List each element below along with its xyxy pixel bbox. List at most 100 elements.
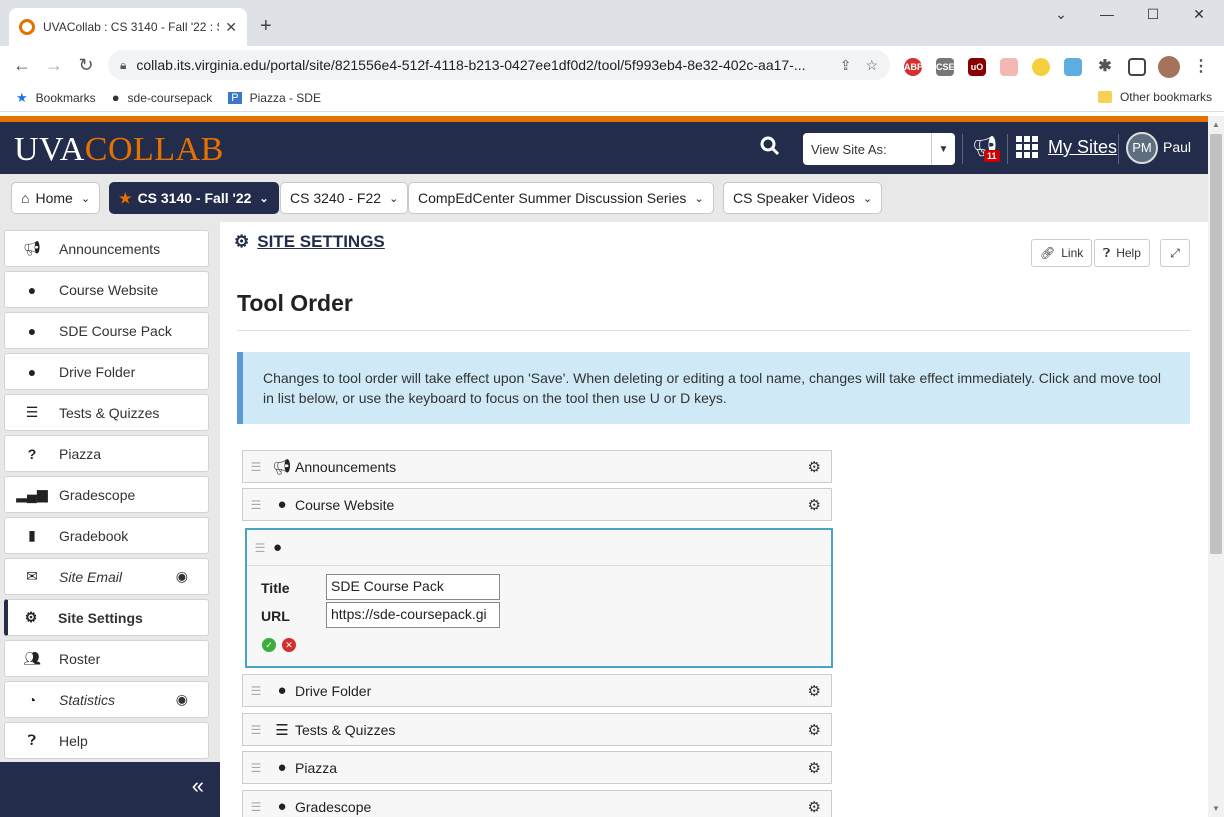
sidebar-item-roster[interactable]: 👥︎ Roster [4,640,209,677]
sidebar-item-sde-course-pack[interactable]: ● SDE Course Pack [4,312,209,349]
bookmark-item[interactable]: ● sde-coursepack [112,90,213,105]
site-tab-label: Home [35,190,73,206]
chevron-down-icon[interactable]: ⌄ [1046,6,1076,23]
extension-plus-icon[interactable] [1064,58,1082,76]
tool-order-item-announcements[interactable]: ☰ 📢︎ Announcements ⚙ [242,450,832,483]
eye-slash-icon: ◉ [175,568,188,584]
bookmark-item[interactable]: ★ Bookmarks [16,90,96,106]
notifications-megaphone-icon[interactable]: 📢︎ 11 [972,134,1000,162]
sidebar-item-drive-folder[interactable]: ● Drive Folder [4,353,209,390]
drag-handle-icon[interactable]: ☰ [243,460,269,474]
scroll-down-icon[interactable]: ▼ [1212,804,1220,813]
tab-title: UVACollab : CS 3140 - Fall '22 : Site Se… [43,20,219,34]
site-tabs: ⌂ Home ⌄ ★ CS 3140 - Fall '22 ⌄ CS 3240 - F2… [0,174,1208,222]
my-sites-link[interactable]: My Sites [1048,137,1117,158]
gear-icon[interactable]: ⚙ [808,496,821,514]
grid-icon[interactable] [1016,136,1038,158]
uvacollab-logo[interactable]: UVACOLLAB [14,132,224,168]
cse-extension-icon[interactable]: CSE [936,58,955,76]
site-tab-cs3240[interactable]: CS 3240 - F22 ⌄ [280,182,409,214]
url-field[interactable]: https://sde-coursepack.gi [326,602,500,628]
gear-icon[interactable]: ⚙ [808,798,821,816]
avatar[interactable]: PM [1126,132,1158,164]
page-title[interactable]: ⚙ SITE SETTINGS [234,232,385,252]
user-name[interactable]: Paul [1163,139,1191,155]
title-field[interactable]: SDE Course Pack [326,574,500,600]
tool-order-label: Drive Folder [295,682,372,699]
extension-icon[interactable] [1000,58,1018,76]
tool-order-item-gradescope[interactable]: ☰ ● Gradescope ⚙ [242,790,832,817]
sidebar-item-statistics[interactable]: ◔ Statistics ◉ [4,681,209,718]
link-button[interactable]: 🔗︎ Link [1031,239,1093,267]
sidepanel-icon[interactable] [1128,58,1146,76]
tool-order-item-piazza[interactable]: ☰ ● Piazza ⚙ [242,751,832,784]
browser-toolbar: ← → ↻ 🔒︎ collab.its.virginia.edu/portal/… [0,46,1224,84]
ublock-extension-icon[interactable]: uO [968,58,986,76]
browser-tabstrip: UVACollab : CS 3140 - Fall '22 : Site Se… [0,0,1224,46]
view-site-as-select[interactable]: View Site As: ▼ [803,133,955,165]
drag-handle-icon[interactable]: ☰ [243,800,269,814]
tool-order-item-tests-quizzes[interactable]: ☰ ☰ Tests & Quizzes ⚙ [242,713,832,746]
tool-order-item-drive-folder[interactable]: ☰ ● Drive Folder ⚙ [242,674,832,707]
sidebar-item-site-email[interactable]: ✉ Site Email ◉ [4,558,209,595]
new-tab-icon[interactable]: + [260,16,272,36]
gear-icon[interactable]: ⚙ [808,682,821,700]
drag-handle-icon[interactable]: ☰ [243,684,269,698]
adblock-extension-icon[interactable]: ABP [904,58,923,76]
drag-handle-icon[interactable]: ☰ [243,498,269,512]
fullscreen-button[interactable]: ⤢ [1160,239,1190,267]
drag-handle-icon[interactable]: ☰ [247,541,273,555]
page-scrollbar[interactable]: ▲ ▼ [1208,116,1224,817]
collapse-sidebar-button[interactable]: « [0,762,220,817]
sidebar-item-announcements[interactable]: 📢︎ Announcements [4,230,209,267]
folder-icon [1097,91,1112,103]
back-icon[interactable]: ← [10,54,34,76]
tool-order-item-course-website[interactable]: ☰ ● Course Website ⚙ [242,488,832,521]
sidebar-item-gradebook[interactable]: ▮ Gradebook [4,517,209,554]
close-window-icon[interactable]: ✕ [1184,6,1214,23]
sidebar-item-label: Announcements [59,240,161,257]
minimize-icon[interactable]: — [1092,6,1122,22]
globe-icon: ● [277,759,287,776]
scrollbar-thumb[interactable] [1210,134,1222,554]
help-button[interactable]: ❓︎ Help [1094,239,1150,267]
sidebar-item-tests-quizzes[interactable]: ☰ Tests & Quizzes [4,394,209,431]
other-bookmarks[interactable]: Other bookmarks [1097,90,1212,104]
reload-icon[interactable]: ↻ [74,54,98,76]
extension-face-icon[interactable] [1032,58,1050,76]
gear-icon[interactable]: ⚙ [808,759,821,777]
bookmark-item[interactable]: P Piazza - SDE [228,91,321,105]
site-tab-compedcenter[interactable]: CompEdCenter Summer Discussion Series ⌄ [408,182,714,214]
megaphone-icon: 📢︎ [23,240,41,256]
maximize-icon[interactable]: ☐ [1138,6,1168,23]
cancel-x-icon[interactable]: ✕ [282,638,296,652]
drag-handle-icon[interactable]: ☰ [243,761,269,775]
close-tab-icon[interactable]: ✕ [225,19,237,36]
browser-tab[interactable]: UVACollab : CS 3140 - Fall '22 : Site Se… [9,8,247,46]
gear-icon[interactable]: ⚙ [808,721,821,739]
confirm-check-icon[interactable]: ✓ [262,638,276,652]
chevron-down-icon: ▼ [931,133,955,165]
address-bar[interactable]: 🔒︎ collab.its.virginia.edu/portal/site/8… [108,50,890,80]
forward-icon[interactable]: → [42,54,66,76]
sidebar-item-piazza[interactable]: ? Piazza [4,435,209,472]
sidebar-item-help[interactable]: ❓︎ Help [4,722,209,759]
site-tab-speaker-videos[interactable]: CS Speaker Videos ⌄ [723,182,883,214]
profile-avatar-icon[interactable] [1158,56,1180,78]
sidebar-item-course-website[interactable]: ● Course Website [4,271,209,308]
sidebar-item-label: Gradescope [59,486,136,503]
menu-dots-icon[interactable]: ⋮ [1192,58,1210,76]
gear-icon[interactable]: ⚙ [808,458,821,476]
sidebar-item-gradescope[interactable]: ▂▄▆ Gradescope [4,476,209,513]
scroll-up-icon[interactable]: ▲ [1212,120,1220,129]
search-icon[interactable] [760,136,780,162]
gear-icon: ⚙ [24,609,38,625]
extensions-puzzle-icon[interactable]: ✱ [1096,58,1114,76]
divider [1007,134,1008,164]
bookmark-star-icon[interactable]: ☆ [865,57,878,74]
site-tab-cs3140[interactable]: ★ CS 3140 - Fall '22 ⌄ [109,182,279,214]
share-icon[interactable]: ⇪ [840,57,852,74]
sidebar-item-site-settings[interactable]: ⚙ Site Settings [4,599,209,636]
site-tab-home[interactable]: ⌂ Home ⌄ [11,182,101,214]
drag-handle-icon[interactable]: ☰ [243,723,269,737]
